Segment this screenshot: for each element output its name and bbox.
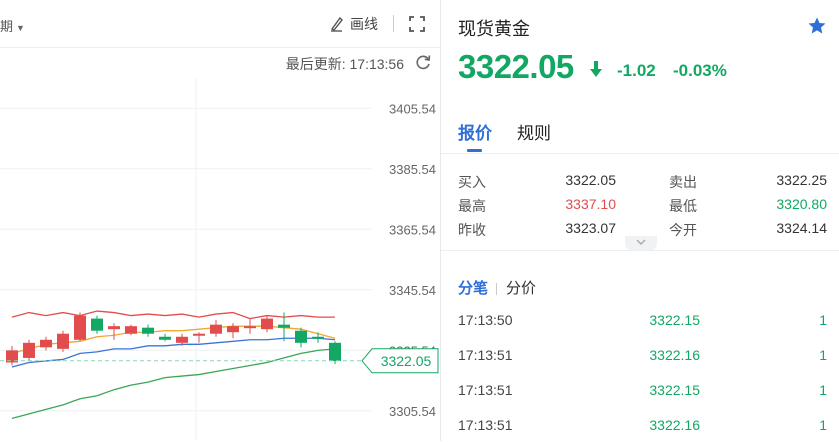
period-label: 期 — [0, 19, 14, 34]
y-tick-label: 3405.54 — [389, 101, 436, 116]
instrument-title: 现货黄金 — [458, 19, 530, 39]
open-value: 3324.14 — [776, 220, 827, 236]
list-item: 17:13:51 3322.15 1 — [441, 372, 839, 407]
refresh-icon[interactable] — [414, 53, 432, 71]
star-icon[interactable] — [807, 16, 827, 36]
candle-body — [176, 336, 188, 343]
y-tick-label: 3345.54 — [389, 283, 436, 298]
tab-separator — [496, 283, 498, 296]
expand-quote-button[interactable] — [625, 236, 657, 250]
pen-icon — [330, 16, 343, 32]
candle-body — [261, 318, 273, 330]
candle-body — [244, 326, 256, 329]
candle-body — [57, 333, 69, 349]
candle-body — [278, 324, 290, 328]
last-update: 最后更新: 17:13:56 — [285, 56, 404, 72]
candle-body — [108, 326, 120, 330]
candle-body — [312, 336, 324, 339]
tab-rules[interactable]: 规则 — [517, 119, 551, 144]
low-value: 3320.80 — [776, 196, 827, 212]
last-price: 3322.05 — [458, 48, 574, 85]
candle-body — [295, 330, 307, 343]
tick-volume: 1 — [819, 382, 827, 398]
y-tick-label: 3305.54 — [389, 404, 436, 419]
candle-body — [142, 327, 154, 334]
quote-panel: 现货黄金 3322.05 -1.02 -0.03% 报价 规则 买入 3322.… — [441, 0, 839, 441]
list-item: 17:13:50 3322.15 1 — [441, 302, 839, 337]
upper-band-line — [11, 310, 335, 320]
tick-tabs: 分笔 分价 — [458, 277, 536, 298]
arrow-down-icon — [590, 61, 602, 77]
y-tick-label: 3385.54 — [389, 162, 436, 177]
ask-value: 3322.25 — [776, 172, 827, 188]
chart-toolbar: 期 ▼ 画线 — [0, 0, 440, 48]
active-tab-indicator — [467, 149, 482, 152]
price-change: -1.02 — [617, 61, 656, 80]
candle-body — [23, 342, 35, 358]
candle-body — [329, 342, 341, 361]
current-price-label: 3322.05 — [381, 353, 432, 369]
chart-panel: 期 ▼ 画线 最后更新: 17:13:56 3405.54 3385.54 3365.… — [0, 0, 441, 441]
candle-body — [193, 333, 205, 336]
candle-body — [125, 326, 137, 334]
quote-row-bid: 买入 3322.05 卖出 3322.25 — [441, 168, 839, 192]
candlestick-chart[interactable]: 3405.543385.543365.543345.543325.543305.… — [0, 78, 440, 441]
toolbar-divider — [393, 15, 394, 32]
tick-volume: 1 — [819, 347, 827, 363]
draw-line-label: 画线 — [350, 16, 378, 32]
list-item: 17:13:51 3322.16 1 — [441, 407, 839, 442]
candle-body — [227, 326, 239, 333]
tab-ticks[interactable]: 分笔 — [458, 280, 488, 297]
panel-tabs: 报价 规则 — [441, 113, 839, 154]
list-item: 17:13:51 3322.16 1 — [441, 337, 839, 372]
candle-body — [91, 318, 103, 331]
candle-body — [159, 336, 171, 340]
candle-body — [210, 324, 222, 334]
fullscreen-icon[interactable] — [408, 15, 426, 33]
tab-price-distribution[interactable]: 分价 — [506, 280, 536, 297]
price-change-percent: -0.03% — [673, 61, 727, 80]
tab-quote[interactable]: 报价 — [458, 119, 492, 144]
candle-body — [74, 315, 86, 340]
quote-row-high: 最高 3337.10 最低 3320.80 — [441, 192, 839, 216]
caret-down-icon: ▼ — [16, 23, 25, 33]
candle-body — [40, 339, 52, 348]
period-selector[interactable]: 期 ▼ — [0, 16, 25, 35]
tick-volume: 1 — [819, 417, 827, 433]
tick-volume: 1 — [819, 312, 827, 328]
y-tick-label: 3365.54 — [389, 222, 436, 237]
draw-line-button[interactable]: 画线 — [328, 14, 378, 34]
section-divider — [441, 250, 839, 251]
chevron-down-icon — [636, 239, 646, 245]
